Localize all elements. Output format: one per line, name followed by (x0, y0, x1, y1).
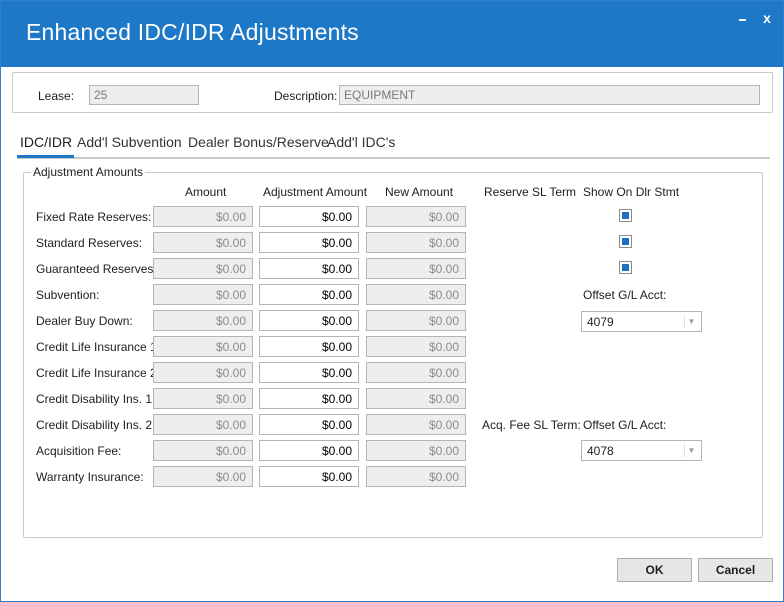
row-label-standard-reserves: Standard Reserves: (36, 236, 143, 250)
acq-fee-sl-term-label: Acq. Fee SL Term: (482, 418, 581, 432)
new-amount-field: $0.00 (366, 284, 466, 305)
dialog-window: Enhanced IDC/IDR Adjustments x Lease: 25… (0, 0, 784, 602)
new-amount-field: $0.00 (366, 440, 466, 461)
amount-field: $0.00 (153, 388, 253, 409)
row-label-warranty-insurance: Warranty Insurance: (36, 470, 144, 484)
column-header-new-amount: New Amount (385, 185, 454, 199)
adjustment-input[interactable]: $0.00 (259, 388, 359, 409)
adjustment-input[interactable]: $0.00 (259, 284, 359, 305)
new-amount-field: $0.00 (366, 362, 466, 383)
amount-field: $0.00 (153, 206, 253, 227)
new-amount-field: $0.00 (366, 336, 466, 357)
new-amount-field: $0.00 (366, 388, 466, 409)
group-title: Adjustment Amounts (31, 165, 146, 179)
column-header-show-on-dlr-stmt: Show On Dlr Stmt (583, 185, 680, 199)
tab-addl-subvention[interactable]: Add'l Subvention (77, 134, 182, 150)
tab-addl-idcs[interactable]: Add'l IDC's (327, 134, 395, 150)
description-field[interactable]: EQUIPMENT (339, 85, 760, 105)
amount-field: $0.00 (153, 258, 253, 279)
offset-gl-acct-select[interactable]: 4079 ▼ (581, 311, 702, 332)
adjustment-input[interactable]: $0.00 (259, 440, 359, 461)
row-label-credit-life-insurance-2: Credit Life Insurance 2: (36, 366, 161, 380)
adjustment-input[interactable]: $0.00 (259, 206, 359, 227)
close-button[interactable]: x (756, 7, 778, 29)
new-amount-field: $0.00 (366, 232, 466, 253)
ok-button[interactable]: OK (617, 558, 692, 582)
minimize-button[interactable] (732, 7, 754, 29)
row-label-acquisition-fee: Acquisition Fee: (36, 444, 122, 458)
row-label-guaranteed-reserves: Guaranteed Reserves: (36, 262, 157, 276)
checkbox-checked-mark (622, 264, 629, 271)
amount-field: $0.00 (153, 284, 253, 305)
offset-gl-acct-label: Offset G/L Acct: (583, 288, 667, 302)
adjustment-input[interactable]: $0.00 (259, 258, 359, 279)
adjustment-input[interactable]: $0.00 (259, 336, 359, 357)
acq-fee-offset-gl-acct-label: Offset G/L Acct: (583, 418, 667, 432)
row-label-fixed-rate-reserves: Fixed Rate Reserves: (36, 210, 152, 224)
new-amount-field: $0.00 (366, 310, 466, 331)
checkbox-checked-mark (622, 238, 629, 245)
amount-field: $0.00 (153, 440, 253, 461)
chevron-down-icon[interactable]: ▼ (684, 315, 698, 328)
tab-strip: IDC/IDR Add'l Subvention Dealer Bonus/Re… (17, 131, 770, 159)
adjustment-input[interactable]: $0.00 (259, 466, 359, 487)
active-tab-indicator (17, 155, 74, 158)
adjustment-input[interactable]: $0.00 (259, 414, 359, 435)
row-label-credit-disability-ins-2: Credit Disability Ins. 2: (36, 418, 156, 432)
acq-fee-offset-gl-acct-value: 4078 (587, 444, 614, 458)
tab-idc-idr[interactable]: IDC/IDR (20, 134, 72, 150)
new-amount-field: $0.00 (366, 206, 466, 227)
window-title: Enhanced IDC/IDR Adjustments (26, 19, 359, 45)
column-header-amount: Amount (185, 185, 227, 199)
lease-label: Lease: (38, 89, 75, 103)
adjustment-input[interactable]: $0.00 (259, 232, 359, 253)
adjustment-input[interactable]: $0.00 (259, 310, 359, 331)
new-amount-field: $0.00 (366, 414, 466, 435)
amount-field: $0.00 (153, 336, 253, 357)
column-header-reserve-sl-term: Reserve SL Term (484, 185, 577, 199)
checkbox-checked-mark (622, 212, 629, 219)
row-label-dealer-buy-down: Dealer Buy Down: (36, 314, 133, 328)
row-label-subvention: Subvention: (36, 288, 100, 302)
description-label: Description: (274, 89, 338, 103)
show-on-dlr-stmt-checkbox-standard[interactable] (619, 235, 632, 248)
cancel-button[interactable]: Cancel (698, 558, 773, 582)
amount-field: $0.00 (153, 362, 253, 383)
amount-field: $0.00 (153, 310, 253, 331)
new-amount-field: $0.00 (366, 466, 466, 487)
tab-dealer-bonus-reserve[interactable]: Dealer Bonus/Reserve (188, 134, 329, 150)
row-label-credit-life-insurance-1: Credit Life Insurance 1: (36, 340, 161, 354)
row-label-credit-disability-ins-1: Credit Disability Ins. 1: (36, 392, 156, 406)
amount-field: $0.00 (153, 232, 253, 253)
offset-gl-acct-value: 4079 (587, 315, 614, 329)
show-on-dlr-stmt-checkbox-fixed-rate[interactable] (619, 209, 632, 222)
title-bar[interactable]: Enhanced IDC/IDR Adjustments x (1, 1, 783, 67)
amount-field: $0.00 (153, 466, 253, 487)
new-amount-field: $0.00 (366, 258, 466, 279)
lease-field[interactable]: 25 (89, 85, 199, 105)
column-header-adjustment-amount: Adjustment Amount (263, 185, 368, 199)
amount-field: $0.00 (153, 414, 253, 435)
show-on-dlr-stmt-checkbox-guaranteed[interactable] (619, 261, 632, 274)
adjustment-input[interactable]: $0.00 (259, 362, 359, 383)
acq-fee-offset-gl-acct-select[interactable]: 4078 ▼ (581, 440, 702, 461)
chevron-down-icon[interactable]: ▼ (684, 444, 698, 457)
